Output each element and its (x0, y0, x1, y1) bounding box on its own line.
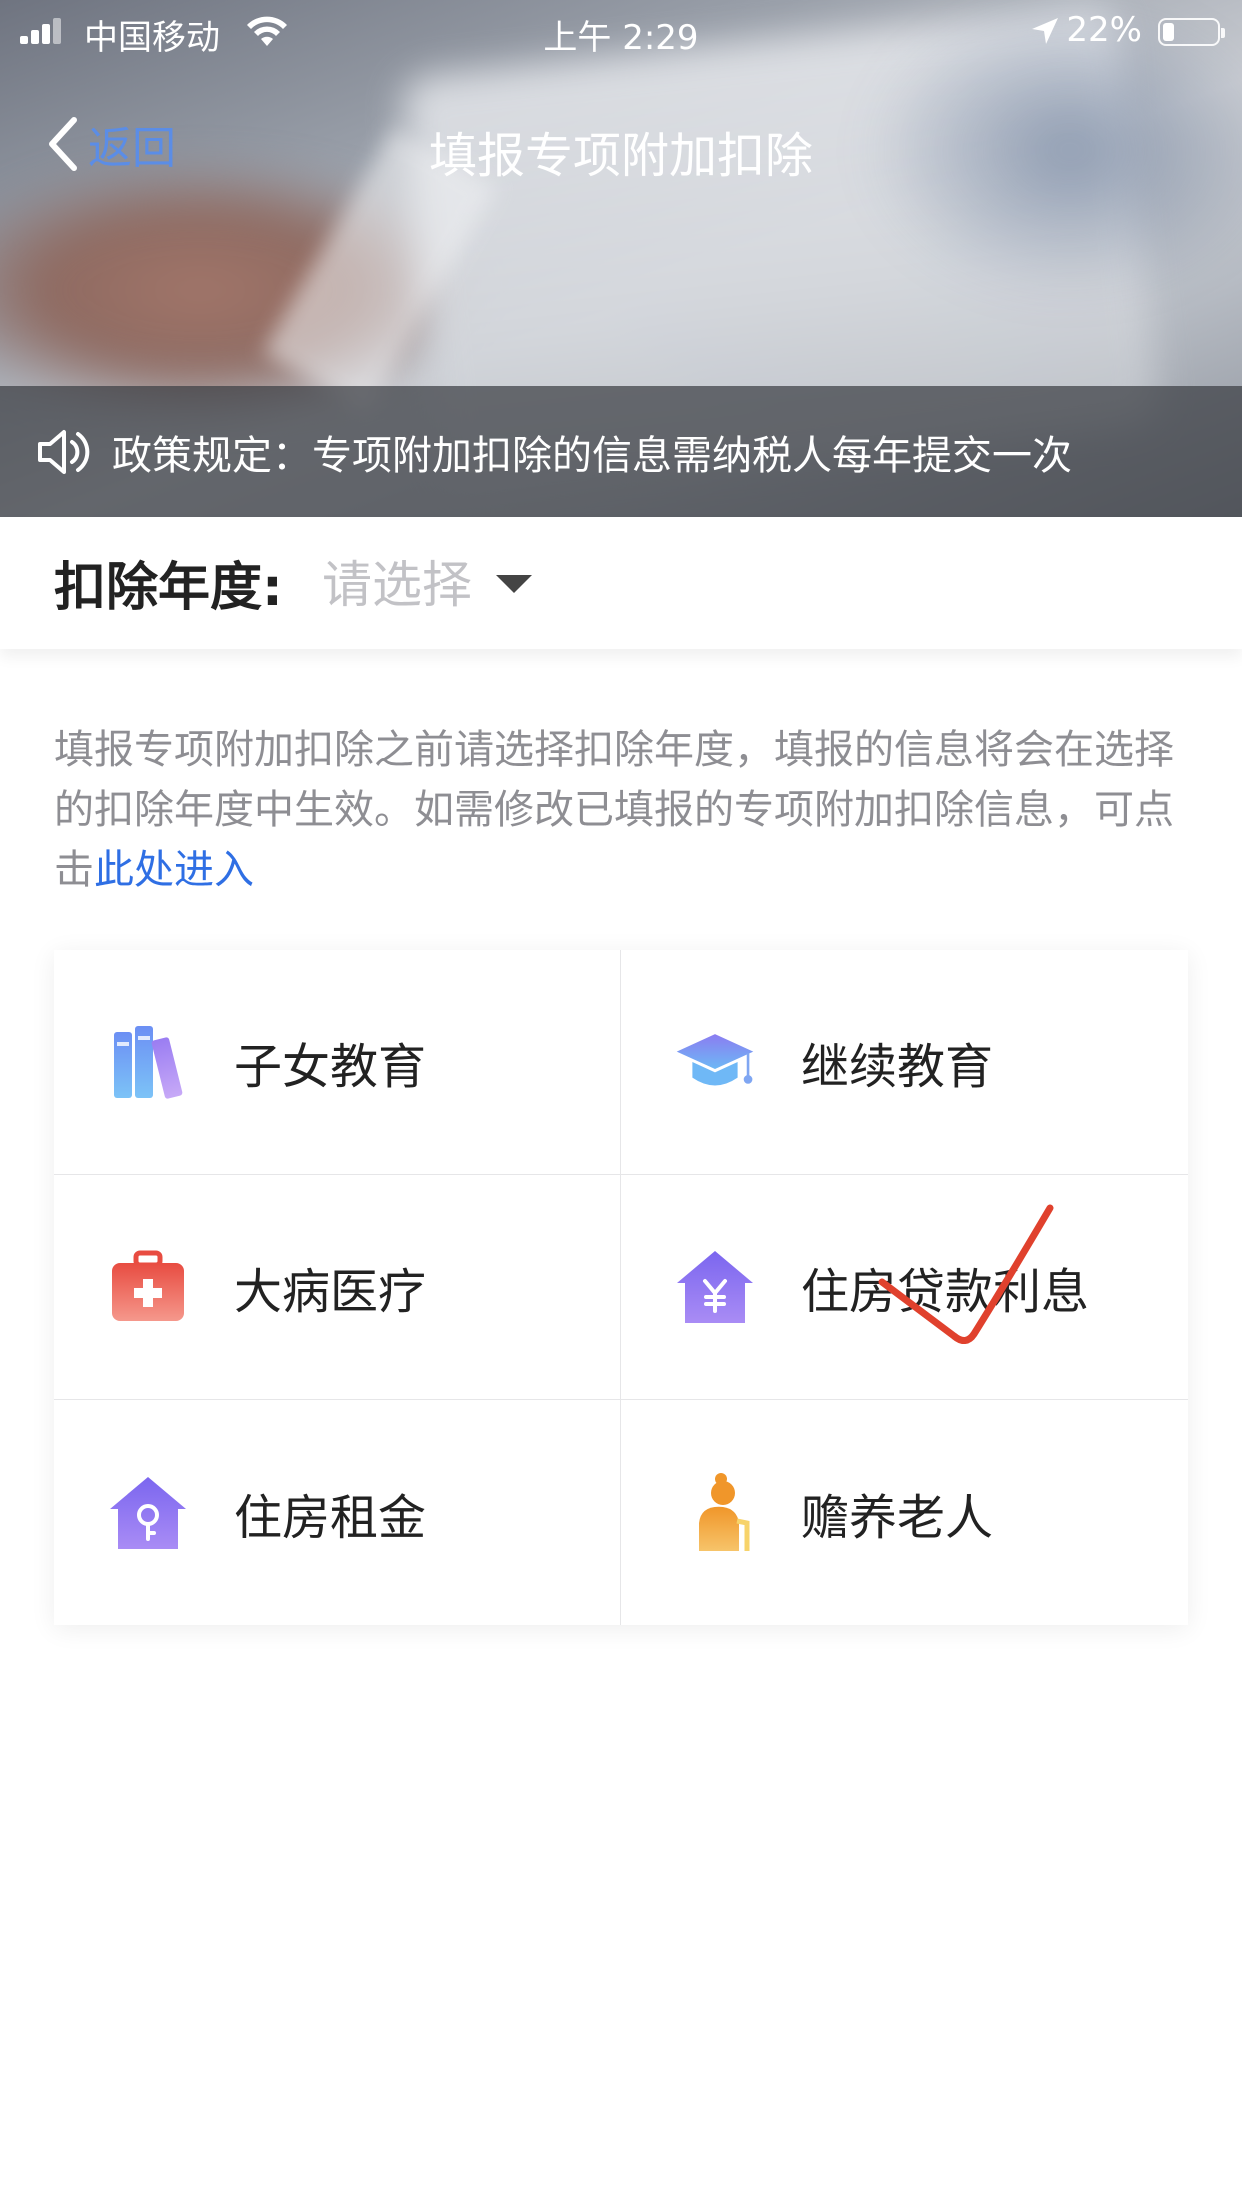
category-elderly-support[interactable]: 赡养老人 (621, 1400, 1188, 1625)
category-serious-illness-medical[interactable]: 大病医疗 (54, 1175, 621, 1400)
location-arrow-icon (1032, 18, 1058, 44)
navigation-bar: 返回 填报专项附加扣除 (0, 100, 1242, 190)
caret-down-icon (496, 575, 532, 593)
speaker-icon (38, 429, 90, 474)
graduation-cap-icon (675, 1022, 755, 1102)
category-label: 继续教育 (801, 1039, 994, 1095)
house-key-icon (108, 1473, 188, 1553)
battery-icon (1158, 18, 1225, 46)
category-continuing-education[interactable]: 继续教育 (621, 950, 1188, 1175)
header-banner: 中国移动 上午 2:29 22% 返回 填报专项附加扣除 政策规定：专项附加扣除… (0, 0, 1242, 517)
enter-here-link[interactable]: 此处进入 (94, 847, 254, 893)
category-label: 大病医疗 (234, 1264, 427, 1320)
medical-kit-icon (108, 1247, 188, 1327)
category-label: 住房租金 (234, 1489, 427, 1546)
category-label: 赡养老人 (801, 1489, 994, 1546)
elderly-person-icon (675, 1472, 755, 1553)
category-housing-rent[interactable]: 住房租金 (54, 1400, 621, 1625)
battery-percent: 22% (1066, 10, 1142, 50)
deduction-category-grid: 子女教育 继续教育 大病医疗 住房贷款利息 住房租金 赡养老人 (54, 950, 1188, 1625)
page-title: 填报专项附加扣除 (428, 128, 813, 184)
category-label: 子女教育 (234, 1039, 427, 1095)
policy-notice: 政策规定：专项附加扣除的信息需纳税人每年提交一次 (0, 386, 1242, 517)
books-icon (108, 1022, 188, 1102)
deduction-year-select[interactable]: 请选择 (322, 545, 532, 617)
category-housing-loan-interest[interactable]: 住房贷款利息 (621, 1175, 1188, 1400)
instructions-text: 填报专项附加扣除之前请选择扣除年度，填报的信息将会在选择的扣除年度中生效。如需修… (54, 720, 1188, 900)
status-bar: 中国移动 上午 2:29 22% (0, 0, 1242, 62)
deduction-year-placeholder: 请选择 (322, 556, 472, 614)
deduction-year-label: 扣除年度: (54, 558, 283, 618)
deduction-year-row: 扣除年度: 请选择 (0, 517, 1242, 649)
house-yuan-icon (675, 1247, 755, 1327)
category-children-education[interactable]: 子女教育 (54, 950, 621, 1175)
policy-notice-text: 政策规定：专项附加扣除的信息需纳税人每年提交一次 (112, 432, 1072, 479)
category-label: 住房贷款利息 (801, 1264, 1090, 1320)
